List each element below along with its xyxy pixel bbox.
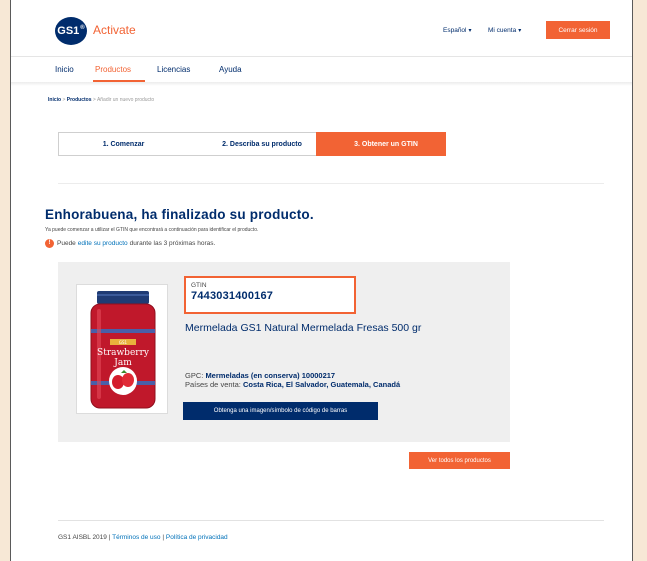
gtin-value: 7443031400167 <box>191 290 274 302</box>
product-image: GS1 Strawberry Jam <box>76 284 168 414</box>
nav-item-licencias[interactable]: Licencias <box>157 65 190 74</box>
footer-divider <box>58 520 604 521</box>
section-divider <box>58 183 604 184</box>
step-describa: 2. Describa su producto <box>188 132 316 156</box>
edit-product-link[interactable]: edite su producto <box>78 240 128 247</box>
nav-shadow <box>11 82 632 86</box>
gs1-logo[interactable]: GS1 ® <box>55 17 87 45</box>
breadcrumb-home[interactable]: Inicio <box>48 97 61 103</box>
nav-item-productos[interactable]: Productos <box>95 65 131 74</box>
edit-notice: ! Puede edite su producto durante las 3 … <box>45 239 215 248</box>
jam-jar-icon: GS1 Strawberry Jam <box>90 291 156 409</box>
product-card: GS1 Strawberry Jam GTIN 7443031400167 Me… <box>58 262 510 442</box>
gtin-box: GTIN 7443031400167 <box>184 276 356 314</box>
nav-item-inicio[interactable]: Inicio <box>55 65 74 74</box>
footer: GS1 AISBL 2019 | Términos de uso | Polít… <box>58 534 228 541</box>
gpc-info: GPC: Mermeladas (en conserva) 10000217 <box>185 371 336 380</box>
page-frame: GS1 ® Activate Español ▾ Mi cuenta ▾ Cerrar… <box>10 0 633 561</box>
main-nav: Inicio Productos Licencias Ayuda <box>11 58 632 82</box>
gtin-label: GTIN <box>191 282 207 289</box>
chevron-down-icon: ▾ <box>468 28 472 34</box>
svg-text:Strawberry: Strawberry <box>97 348 150 358</box>
top-bar: GS1 ® Activate Español ▾ Mi cuenta ▾ Cerrar… <box>11 0 632 58</box>
get-barcode-button[interactable]: Obtenga una imagen/símbolo de código de … <box>183 402 378 420</box>
sales-countries: Países de venta: Costa Rica, El Salvador… <box>185 380 401 389</box>
nav-item-ayuda[interactable]: Ayuda <box>219 65 242 74</box>
language-selector[interactable]: Español ▾ <box>443 27 472 34</box>
logout-button[interactable]: Cerrar sesión <box>546 21 610 39</box>
svg-text:GS1: GS1 <box>119 340 128 345</box>
terms-link[interactable]: Términos de uso <box>112 534 160 541</box>
breadcrumb-productos[interactable]: Productos <box>67 97 92 103</box>
warning-icon: ! <box>45 239 54 248</box>
privacy-link[interactable]: Política de privacidad <box>166 534 228 541</box>
breadcrumb-current: Añadir un nuevo producto <box>96 97 155 103</box>
step-comenzar: 1. Comenzar <box>58 132 188 156</box>
page-subtitle: Ya puede comenzar a utilizar el GTIN que… <box>45 227 259 233</box>
page-title: Enhorabuena, ha finalizado su producto. <box>45 207 314 222</box>
chevron-down-icon: ▾ <box>518 28 522 34</box>
product-name: Mermelada GS1 Natural Mermelada Fresas 5… <box>185 322 422 334</box>
breadcrumb: Inicio > Productos > Añadir un nuevo pro… <box>48 97 155 103</box>
account-menu[interactable]: Mi cuenta ▾ <box>488 27 521 34</box>
header-divider <box>11 56 632 57</box>
progress-steps: 1. Comenzar 2. Describa su producto 3. O… <box>58 132 448 156</box>
step-obtener-gtin: 3. Obtener un GTIN <box>316 132 446 156</box>
app-name: Activate <box>93 23 136 37</box>
svg-text:Jam: Jam <box>113 358 132 368</box>
view-all-products-button[interactable]: Ver todos los productos <box>409 452 510 469</box>
